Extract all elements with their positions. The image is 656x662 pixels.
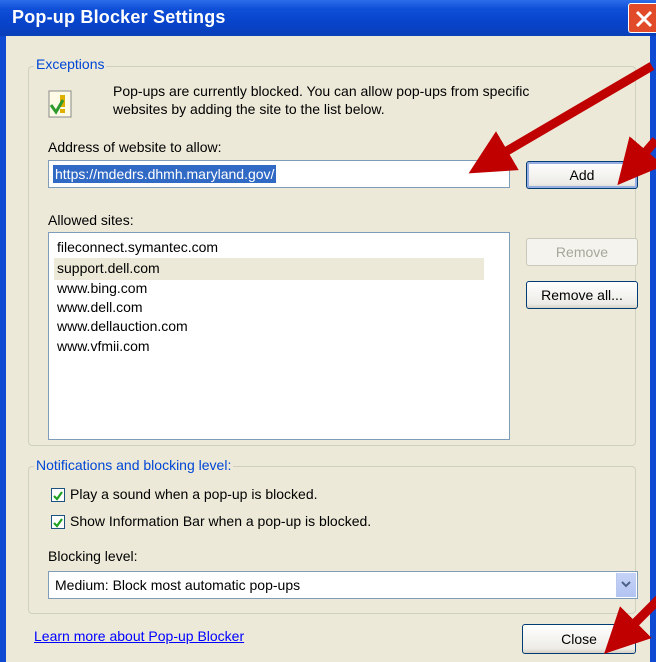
arrow-to-add bbox=[617, 136, 656, 186]
arrow-to-close bbox=[604, 595, 656, 654]
popup-blocker-dialog: Pop-up Blocker Settings Exceptions Pop-u… bbox=[0, 0, 656, 662]
arrow-to-address bbox=[468, 62, 655, 174]
annotation-arrows bbox=[468, 62, 656, 654]
